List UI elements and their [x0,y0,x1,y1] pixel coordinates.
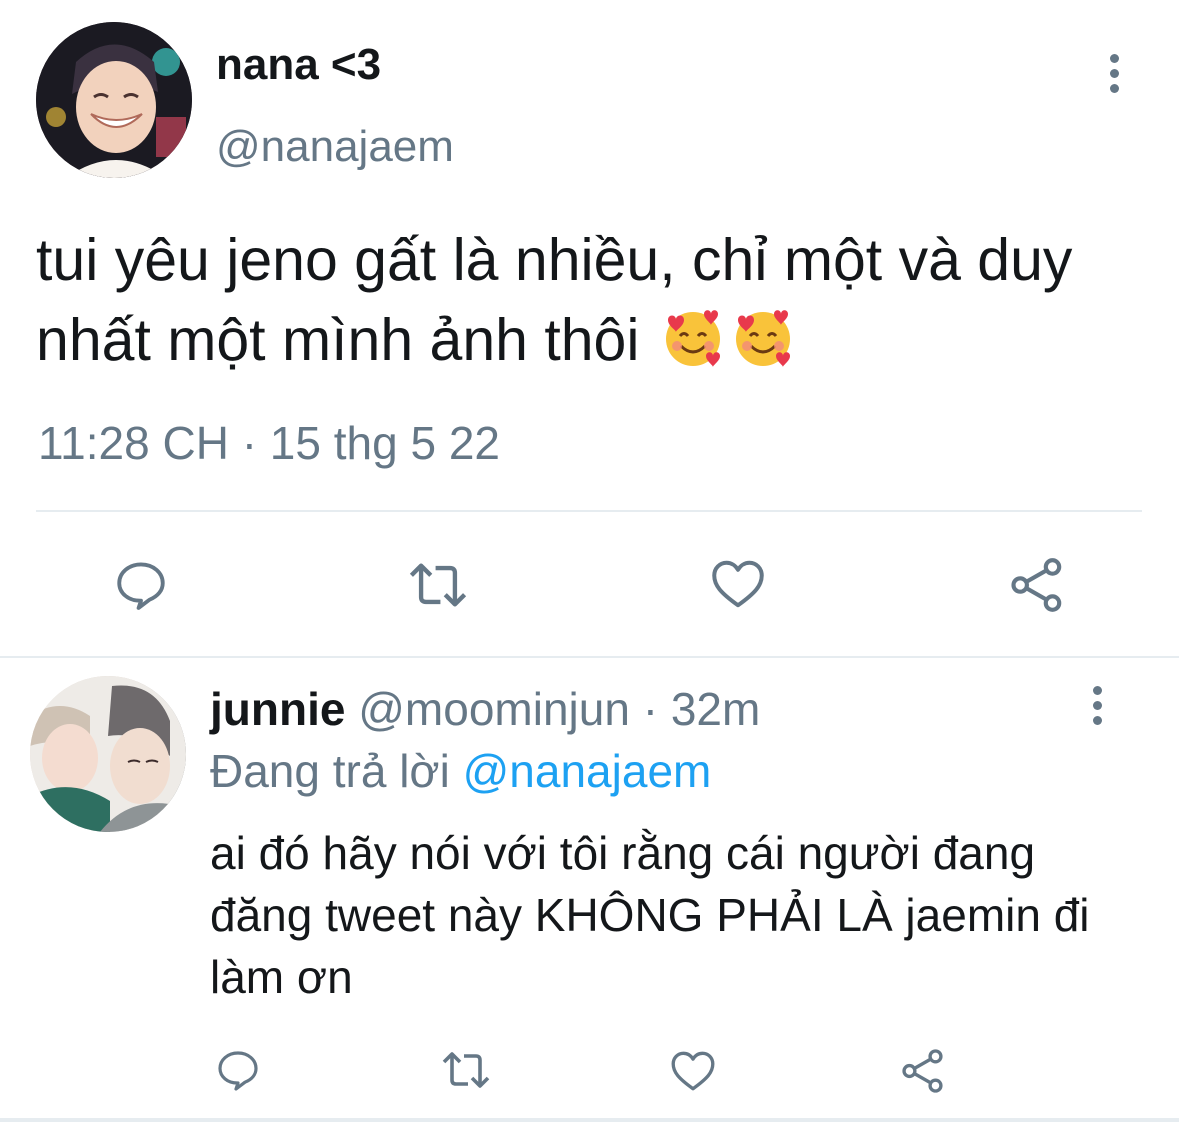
tweet-time[interactable]: 32m [671,683,760,735]
avatar-photo [36,22,192,178]
replying-to-label: Đang trả lời [210,745,450,797]
avatar-photo [30,676,186,832]
divider [0,656,1179,658]
share-icon[interactable] [898,1046,948,1096]
share-icon[interactable] [1006,554,1068,616]
author-display-name[interactable]: junnie [210,683,345,735]
retweet-icon[interactable] [404,556,472,614]
tweet-text: tui yêu jeno gất là nhiều, chỉ một và du… [36,220,1146,380]
tweet-thread: nana <3 @nanajaem tui yêu jeno gất là nh… [0,0,1179,1122]
divider [0,1118,1179,1122]
separator: · [642,683,659,735]
replying-to-mention[interactable]: @nanajaem [463,745,712,797]
like-icon[interactable] [708,554,768,614]
more-options-icon[interactable] [1087,686,1107,730]
avatar[interactable] [36,22,192,178]
reply-icon[interactable] [112,556,170,614]
main-tweet[interactable]: nana <3 @nanajaem tui yêu jeno gất là nh… [0,0,1179,656]
tweet-text-content: tui yêu jeno gất là nhiều, chỉ một và du… [36,227,1073,373]
replying-to: Đang trả lời @nanajaem [210,744,711,798]
author-handle[interactable]: @moominjun [358,683,630,735]
smiling-face-with-hearts-icon [660,304,726,370]
reply-icon[interactable] [214,1046,262,1094]
tweet-text: ai đó hãy nói với tôi rằng cái người đan… [210,827,1090,1003]
reply-header: junnie @moominjun · 32m [210,682,760,736]
author-display-name[interactable]: nana <3 [216,40,381,90]
retweet-icon[interactable] [438,1046,494,1094]
divider [36,510,1142,512]
more-options-icon[interactable] [1104,54,1124,98]
avatar[interactable] [30,676,186,832]
tweet-timestamp[interactable]: 11:28 CH · 15 thg 5 22 [38,416,500,470]
smiling-face-with-hearts-icon [730,304,796,370]
author-handle[interactable]: @nanajaem [216,122,454,172]
like-icon[interactable] [668,1046,718,1096]
